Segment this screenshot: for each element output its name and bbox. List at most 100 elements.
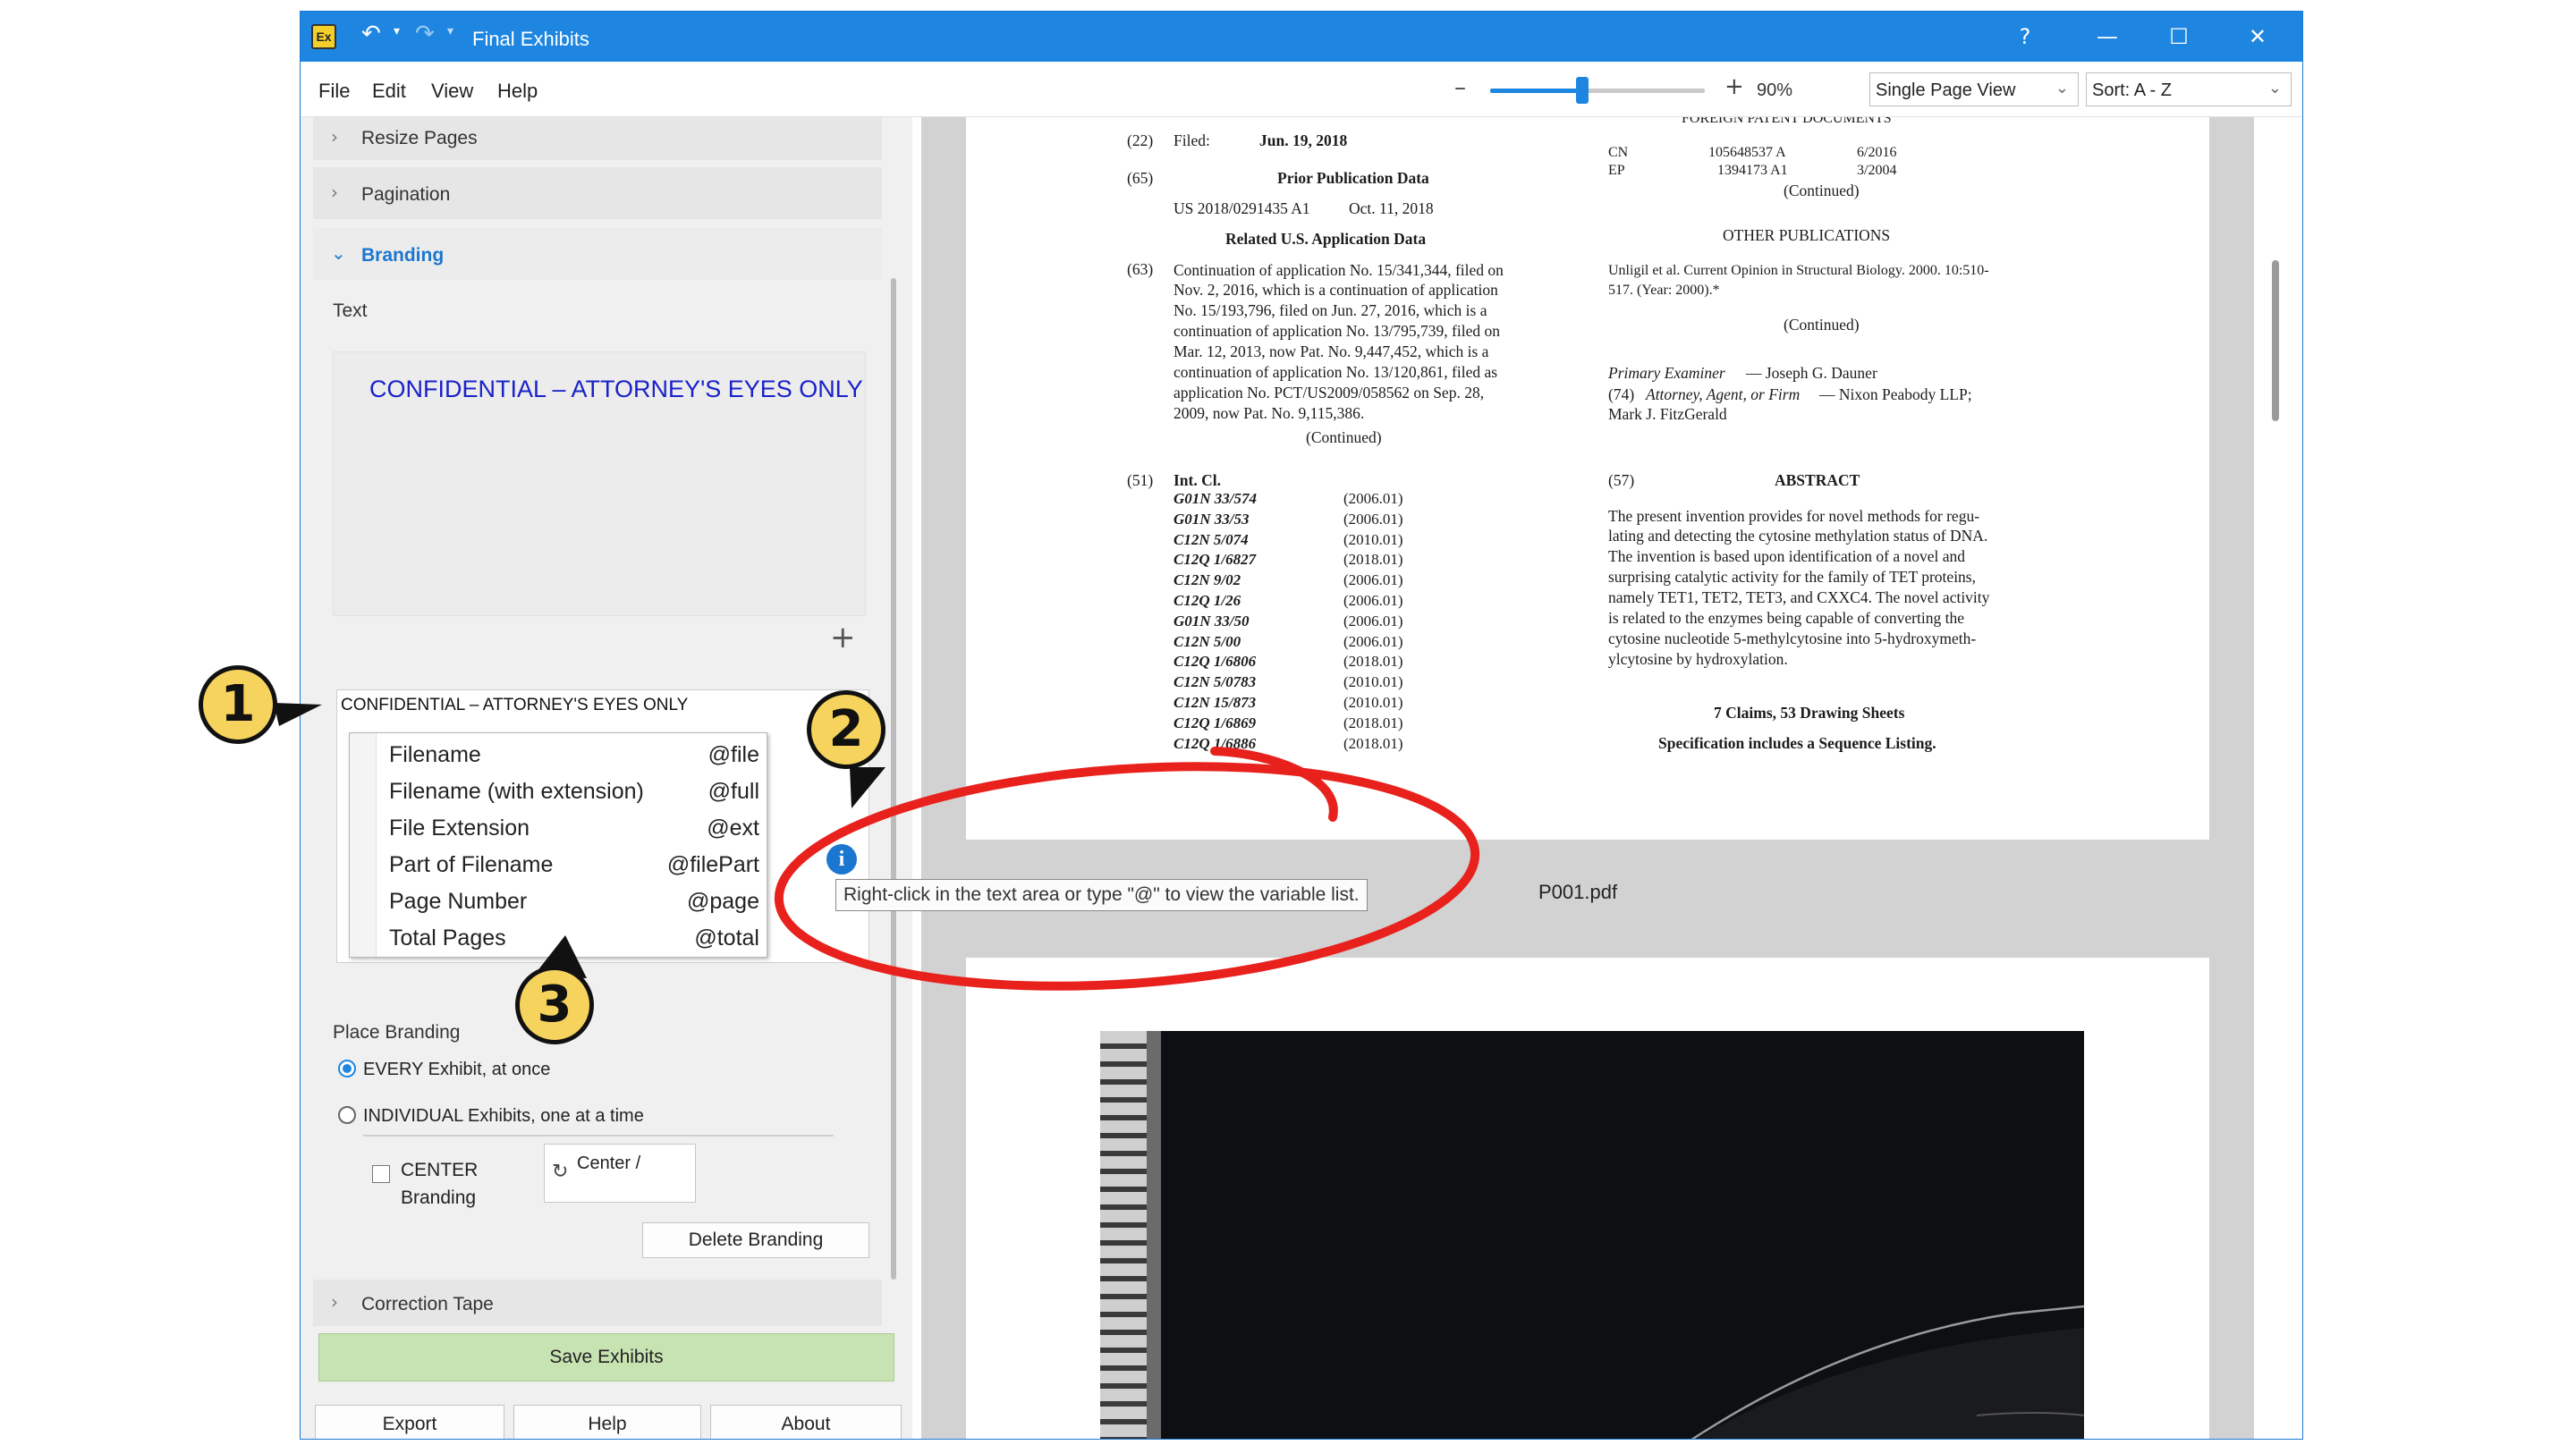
minimize-button[interactable]: — bbox=[2080, 19, 2134, 55]
field-number: (51) bbox=[1127, 471, 1154, 489]
variable-item-total-pages[interactable]: Total Pages @total bbox=[389, 920, 759, 956]
film-strip-edge bbox=[1147, 1031, 1161, 1439]
attorney-line: Mark J. FitzGerald bbox=[1608, 405, 1727, 423]
zoom-slider-thumb[interactable] bbox=[1576, 77, 1589, 104]
variable-item-filename-with-extension[interactable]: Filename (with extension) @full bbox=[389, 773, 759, 809]
menu-bar: File Edit View Help – + 90% Single Page … bbox=[301, 62, 2302, 117]
exhibit-photo bbox=[1100, 1031, 2084, 1439]
other-publication-line: 517. (Year: 2000).* bbox=[1608, 283, 1720, 298]
menu-help[interactable]: Help bbox=[497, 80, 538, 103]
center-branding-checkbox[interactable] bbox=[372, 1165, 390, 1183]
variable-name: File Extension bbox=[389, 815, 530, 841]
prior-publication-heading: Prior Publication Data bbox=[1277, 169, 1429, 187]
variable-name: Filename bbox=[389, 742, 481, 767]
section-title: Branding bbox=[361, 245, 445, 266]
foreign-doc-number: 1394173 A1 bbox=[1717, 163, 1788, 178]
refresh-icon[interactable]: ↻ bbox=[552, 1161, 568, 1183]
save-exhibits-button[interactable]: Save Exhibits bbox=[318, 1333, 894, 1382]
zoom-slider-fill bbox=[1490, 89, 1583, 93]
foreign-doc-country: CN bbox=[1608, 145, 1629, 160]
viewer-scrollbar[interactable] bbox=[2272, 260, 2279, 421]
continued-note: (Continued) bbox=[1784, 316, 1860, 334]
attorney-name: — Nixon Peabody LLP; bbox=[1819, 385, 1972, 403]
abstract-line: surprising catalytic activity for the fa… bbox=[1608, 568, 1976, 586]
foreign-doc-date: 3/2004 bbox=[1857, 163, 1897, 178]
undo-dropdown-icon[interactable]: ▾ bbox=[394, 24, 400, 38]
undo-icon[interactable]: ↶ bbox=[361, 21, 381, 47]
other-publications-heading: OTHER PUBLICATIONS bbox=[1723, 226, 1891, 244]
help-button[interactable]: Help bbox=[513, 1405, 701, 1439]
field-number: (22) bbox=[1127, 131, 1154, 149]
zoom-level: 90% bbox=[1757, 80, 1793, 100]
variable-item-part-of-filename[interactable]: Part of Filename @filePart bbox=[389, 847, 759, 883]
related-line: No. 15/193,796, filed on Jun. 27, 2016, … bbox=[1174, 301, 1487, 319]
options-panel: › Resize Pages › Pagination ⌄ Branding T… bbox=[301, 117, 912, 1439]
menu-view[interactable]: View bbox=[431, 80, 473, 103]
radio-every-exhibit-label[interactable]: EVERY Exhibit, at once bbox=[363, 1060, 550, 1080]
sort-select[interactable]: Sort: A - Z ⌄ bbox=[2086, 72, 2292, 106]
field-number: (57) bbox=[1608, 471, 1635, 489]
menu-edit[interactable]: Edit bbox=[372, 80, 406, 103]
chevron-right-icon: › bbox=[331, 126, 338, 148]
document-page bbox=[966, 958, 2209, 1439]
field-number: (63) bbox=[1127, 260, 1154, 278]
chevron-down-icon: ⌄ bbox=[2055, 79, 2069, 97]
abstract-line: namely TET1, TET2, TET3, and CXXC4. The … bbox=[1608, 588, 1990, 606]
help-icon[interactable]: ? bbox=[1998, 19, 2052, 55]
variable-item-page-number[interactable]: Page Number @page bbox=[389, 883, 759, 919]
variable-name: Total Pages bbox=[389, 925, 506, 951]
examiner-label: Primary Examiner bbox=[1608, 364, 1725, 382]
int-cl-heading: Int. Cl. bbox=[1174, 471, 1221, 489]
about-button[interactable]: About bbox=[710, 1405, 902, 1439]
add-text-button[interactable]: + bbox=[830, 620, 856, 655]
menu-icon-gutter bbox=[350, 733, 377, 957]
radio-individual-exhibits-label[interactable]: INDIVIDUAL Exhibits, one at a time bbox=[363, 1106, 644, 1127]
abstract-line: lating and detecting the cytosine methyl… bbox=[1608, 527, 1988, 545]
section-resize-pages[interactable]: › Resize Pages bbox=[313, 117, 882, 160]
section-correction-tape[interactable]: › Correction Tape bbox=[313, 1280, 882, 1326]
panel-scrollbar[interactable] bbox=[891, 278, 896, 1280]
redo-dropdown-icon[interactable]: ▾ bbox=[447, 24, 453, 38]
variable-hint-tooltip: Right-click in the text area or type "@"… bbox=[835, 879, 1368, 911]
related-line: 2009, now Pat. No. 9,115,386. bbox=[1174, 404, 1365, 422]
field-number: (74) bbox=[1608, 385, 1635, 403]
variable-item-file-extension[interactable]: File Extension @ext bbox=[389, 810, 759, 846]
related-line: continuation of application No. 13/795,7… bbox=[1174, 322, 1501, 340]
redo-icon[interactable]: ↷ bbox=[415, 21, 435, 47]
branding-position-field[interactable]: ↻ Center / bbox=[544, 1144, 696, 1203]
zoom-slider[interactable] bbox=[1490, 77, 1705, 104]
variable-token: @full bbox=[708, 779, 759, 804]
chevron-down-icon: ⌄ bbox=[2267, 79, 2282, 97]
classification-row: C12Q 1/6806 (2018.01) bbox=[1174, 653, 1403, 671]
export-button[interactable]: Export bbox=[315, 1405, 504, 1439]
section-pagination[interactable]: › Pagination bbox=[313, 167, 882, 219]
place-branding-label: Place Branding bbox=[333, 1022, 461, 1043]
info-icon[interactable]: i bbox=[826, 844, 857, 875]
close-button[interactable]: ✕ bbox=[2231, 19, 2284, 55]
maximize-button[interactable]: ☐ bbox=[2152, 19, 2206, 55]
menu-file[interactable]: File bbox=[318, 80, 350, 103]
zoom-out-button[interactable]: – bbox=[1454, 74, 1466, 101]
variable-token: @filePart bbox=[666, 852, 759, 877]
classification-row: C12N 5/00 (2006.01) bbox=[1174, 632, 1403, 650]
foreign-doc-country: EP bbox=[1608, 163, 1625, 178]
center-label-line-2: Branding bbox=[401, 1187, 477, 1208]
variable-item-filename[interactable]: Filename @file bbox=[389, 737, 759, 773]
radio-every-exhibit[interactable] bbox=[338, 1060, 356, 1077]
related-line: continuation of application No. 13/120,8… bbox=[1174, 363, 1498, 381]
branding-preview-area[interactable]: CONFIDENTIAL – ATTORNEY'S EYES ONLY bbox=[333, 351, 866, 616]
center-branding-label[interactable]: CENTER Branding bbox=[401, 1156, 478, 1212]
divider bbox=[363, 1135, 834, 1137]
section-branding[interactable]: ⌄ Branding bbox=[313, 228, 882, 280]
filed-date: Jun. 19, 2018 bbox=[1259, 131, 1348, 149]
zoom-in-button[interactable]: + bbox=[1724, 73, 1744, 100]
classification-row: C12N 9/02 (2006.01) bbox=[1174, 571, 1403, 589]
classification-row: G01N 33/574 (2006.01) bbox=[1174, 490, 1403, 507]
variable-name: Page Number bbox=[389, 889, 528, 914]
document-viewer[interactable]: (22) Filed: Jun. 19, 2018 (65) Prior Pub… bbox=[912, 117, 2302, 1439]
delete-branding-button[interactable]: Delete Branding bbox=[642, 1222, 869, 1258]
center-label-line-1: CENTER bbox=[401, 1160, 479, 1180]
classification-row: G01N 33/50 (2006.01) bbox=[1174, 612, 1403, 630]
view-mode-select[interactable]: Single Page View ⌄ bbox=[1869, 72, 2079, 106]
radio-individual-exhibits[interactable] bbox=[338, 1106, 356, 1124]
